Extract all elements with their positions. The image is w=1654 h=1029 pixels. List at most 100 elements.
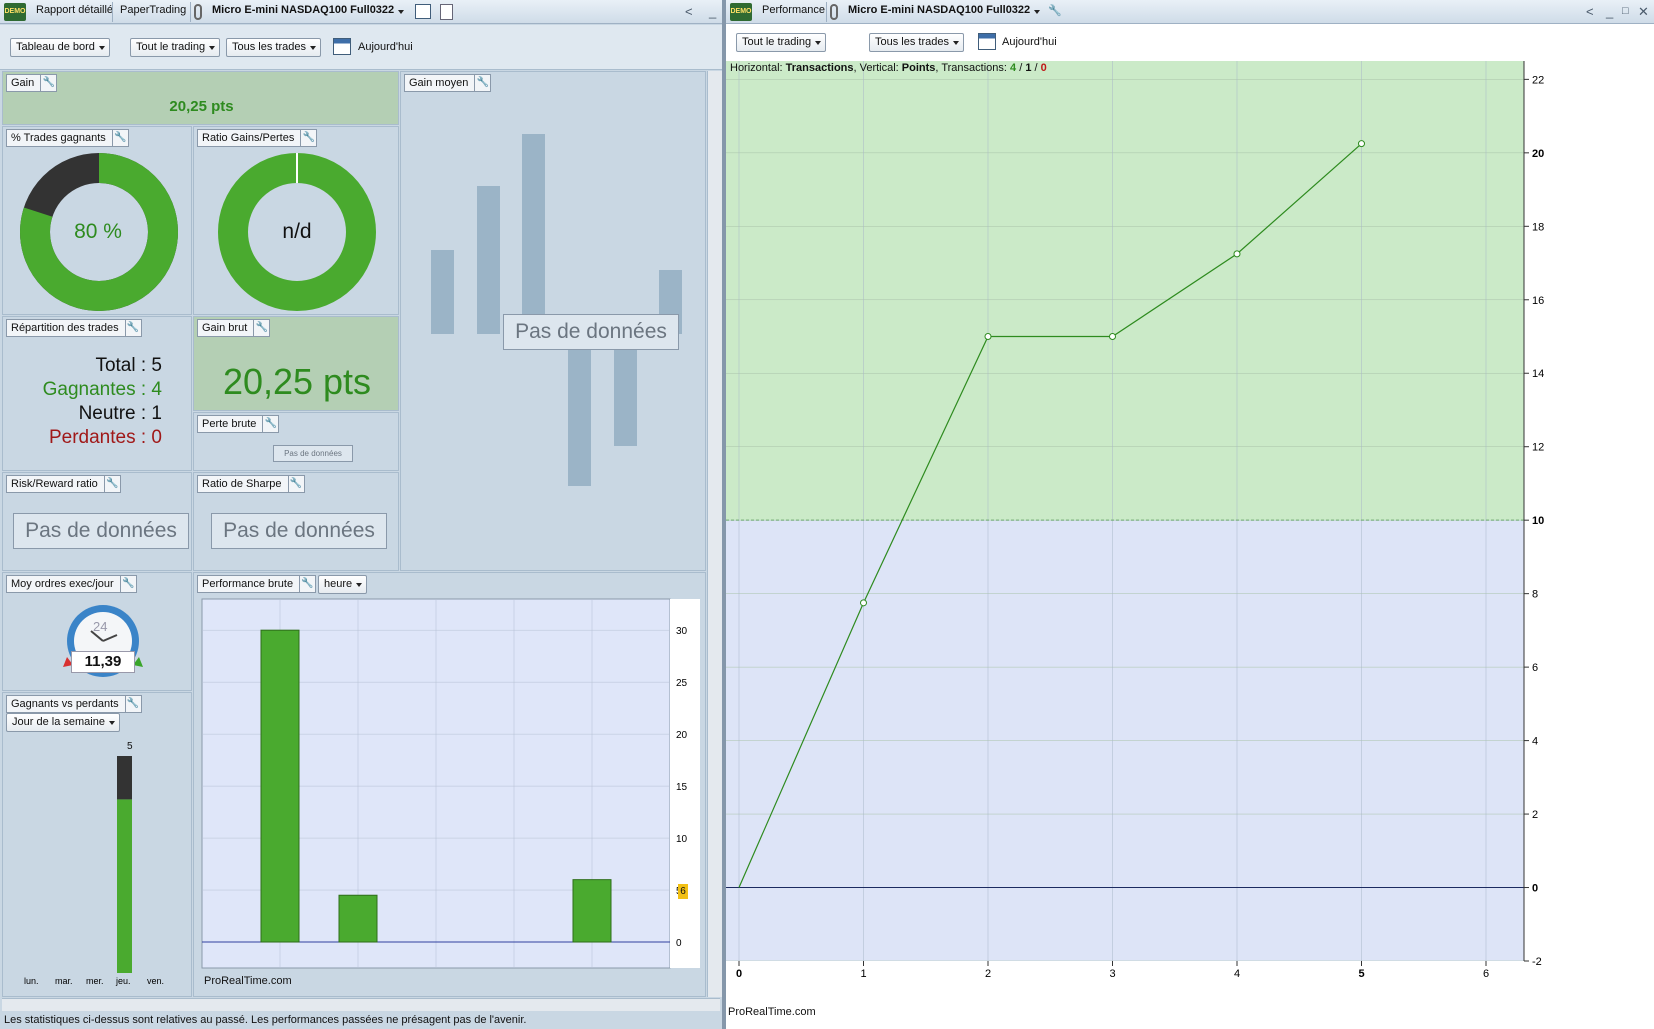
x-tick-label: 3 <box>1110 968 1116 980</box>
x-tick-label: 1 <box>861 968 867 980</box>
weekday-label: jeu. <box>115 976 131 986</box>
panel-title: Ratio Gains/Pertes 🔧 <box>197 129 318 147</box>
right-titlebar: DEMO Performance Micro E-mini NASDAQ100 … <box>726 0 1654 24</box>
period-label[interactable]: Aujourd'hui <box>358 41 413 53</box>
x-tick-label: 6 <box>1483 968 1489 980</box>
x-tick-label: 0 <box>736 968 742 980</box>
panel-title: Moy ordres exec/jour 🔧 <box>6 575 137 593</box>
gross-loss-title: Perte brute <box>202 418 257 430</box>
share-icon[interactable]: < <box>1586 4 1594 19</box>
close-icon[interactable]: ✕ <box>1638 4 1649 20</box>
y-tick-label: 10 <box>676 834 688 845</box>
wrench-icon[interactable]: 🔧 <box>287 476 304 492</box>
chevron-down-icon[interactable] <box>398 10 404 14</box>
panel-title: Gagnants vs perdants 🔧 <box>6 695 142 713</box>
weekday-label: lun. <box>24 976 39 986</box>
instrument-selector[interactable]: Micro E-mini NASDAQ100 Full0322 <box>848 4 1030 16</box>
winloss-chart: lun. mar. mer. jeu. ven. <box>24 756 164 986</box>
tab-rapport-detaille[interactable]: Rapport détaillé <box>36 4 113 16</box>
y-tick-label: 2 <box>1532 809 1538 821</box>
chevron-down-icon[interactable] <box>1034 10 1040 14</box>
weekday-label: ven. <box>147 976 164 986</box>
ratio-value: n/d <box>282 220 312 243</box>
neutral-bar <box>117 756 132 800</box>
risk-reward-panel: Risk/Reward ratio 🔧 Pas de données <box>2 472 192 571</box>
scope-dropdown[interactable]: Tout le trading <box>130 38 221 57</box>
wrench-icon[interactable]: 🔧 <box>253 320 269 336</box>
y-tick-label: 16 <box>1532 295 1544 307</box>
equity-point <box>984 333 992 341</box>
panel-title: % Trades gagnants 🔧 <box>6 129 129 147</box>
pct-win-value: 80 % <box>74 220 122 243</box>
vertical-scrollbar[interactable] <box>707 71 722 997</box>
right-toolbar: Tout le trading Tous les trades Aujourd'… <box>726 25 1654 61</box>
calendar-icon[interactable] <box>333 38 351 55</box>
left-toolbar: Tableau de bord Tout le trading Tous les… <box>0 25 750 70</box>
wrench-icon[interactable]: 🔧 <box>124 320 141 336</box>
y-tick-label: 0 <box>1532 883 1538 895</box>
avg-gain-bar <box>568 334 591 486</box>
slash: / <box>1031 62 1041 74</box>
minimize-icon[interactable]: _ <box>709 4 716 19</box>
scope-dropdown[interactable]: Tout le trading <box>736 33 827 52</box>
y-tick-label: 6 <box>1532 662 1538 674</box>
trades-dropdown[interactable]: Tous les trades <box>226 38 321 57</box>
ratio-title: Ratio Gains/Pertes <box>202 132 295 144</box>
demo-badge-icon: DEMO <box>730 3 752 21</box>
clock-label: 24 <box>93 619 108 634</box>
period-label[interactable]: Aujourd'hui <box>1002 36 1057 48</box>
avg-gain-bar <box>431 250 454 334</box>
weekday-dropdown[interactable]: Jour de la semaine <box>6 713 120 732</box>
tab-papertrading[interactable]: PaperTrading <box>120 4 186 16</box>
calendar-icon[interactable] <box>978 33 996 50</box>
share-icon[interactable]: < <box>685 4 693 19</box>
wrench-icon[interactable]: 🔧 <box>119 576 136 592</box>
neutral-label: Neutre : 1 <box>78 403 162 424</box>
panel-title: Gain brut 🔧 <box>197 319 271 337</box>
repartition-panel: Répartition des trades 🔧 Total : 5 Gagnan… <box>2 316 192 471</box>
perf-bar <box>260 629 300 943</box>
wrench-icon[interactable]: 🔧 <box>262 416 278 432</box>
avg-gain-nodata: Pas de données <box>503 314 679 350</box>
wrench-icon[interactable]: 🔧 <box>111 130 128 146</box>
wrench-icon[interactable]: 🔧 <box>124 696 141 712</box>
panel-title: Risk/Reward ratio 🔧 <box>6 475 121 493</box>
document-icon[interactable] <box>440 4 453 20</box>
y-axis-panel <box>1524 61 1654 1029</box>
dashboard-dropdown[interactable]: Tableau de bord <box>10 38 110 57</box>
wrench-icon[interactable]: 🔧 <box>300 130 316 146</box>
separator <box>112 2 113 22</box>
panel-title: Répartition des trades 🔧 <box>6 319 142 337</box>
tab-performance[interactable]: Performance <box>762 4 825 16</box>
wrench-icon[interactable]: 🔧 <box>1048 4 1062 17</box>
maximize-icon[interactable]: □ <box>1622 5 1629 17</box>
winners-label: Gagnantes : 4 <box>42 379 162 400</box>
gain-panel: Gain 🔧 20,25 pts <box>2 71 399 125</box>
chart-icon[interactable] <box>415 4 431 19</box>
wrench-icon[interactable]: 🔧 <box>103 476 120 492</box>
total-label: Total : 5 <box>95 355 162 376</box>
avg-gain-bar <box>477 186 500 334</box>
gross-gain-title: Gain brut <box>202 322 248 334</box>
perf-bar <box>572 879 612 943</box>
panel-title: Perte brute 🔧 <box>197 415 280 433</box>
minimize-icon[interactable]: _ <box>1606 4 1613 19</box>
separator <box>826 2 827 22</box>
winner-bar <box>117 799 132 973</box>
orders-title: Moy ordres exec/jour <box>11 578 114 590</box>
y-tick-label: 20 <box>1532 148 1544 160</box>
instrument-selector[interactable]: Micro E-mini NASDAQ100 Full0322 <box>212 4 394 16</box>
trades-dropdown[interactable]: Tous les trades <box>869 33 964 52</box>
gross-gain-value: 20,25 pts <box>222 361 372 402</box>
v-label: , Vertical: <box>853 62 902 74</box>
wrench-icon[interactable]: 🔧 <box>40 75 56 91</box>
v-value: Points <box>901 62 936 74</box>
risk-reward-nodata: Pas de données <box>13 513 189 549</box>
y-tick-label: 8 <box>1532 589 1538 601</box>
equity-point <box>1358 140 1365 148</box>
x-tick-label: 5 <box>1359 968 1365 980</box>
y-tick-label: 0 <box>676 938 682 949</box>
right-window: DEMO Performance Micro E-mini NASDAQ100 … <box>726 0 1654 1029</box>
left-titlebar: DEMO Rapport détaillé PaperTrading Micro… <box>0 0 752 24</box>
horizontal-scrollbar[interactable] <box>2 998 720 1011</box>
